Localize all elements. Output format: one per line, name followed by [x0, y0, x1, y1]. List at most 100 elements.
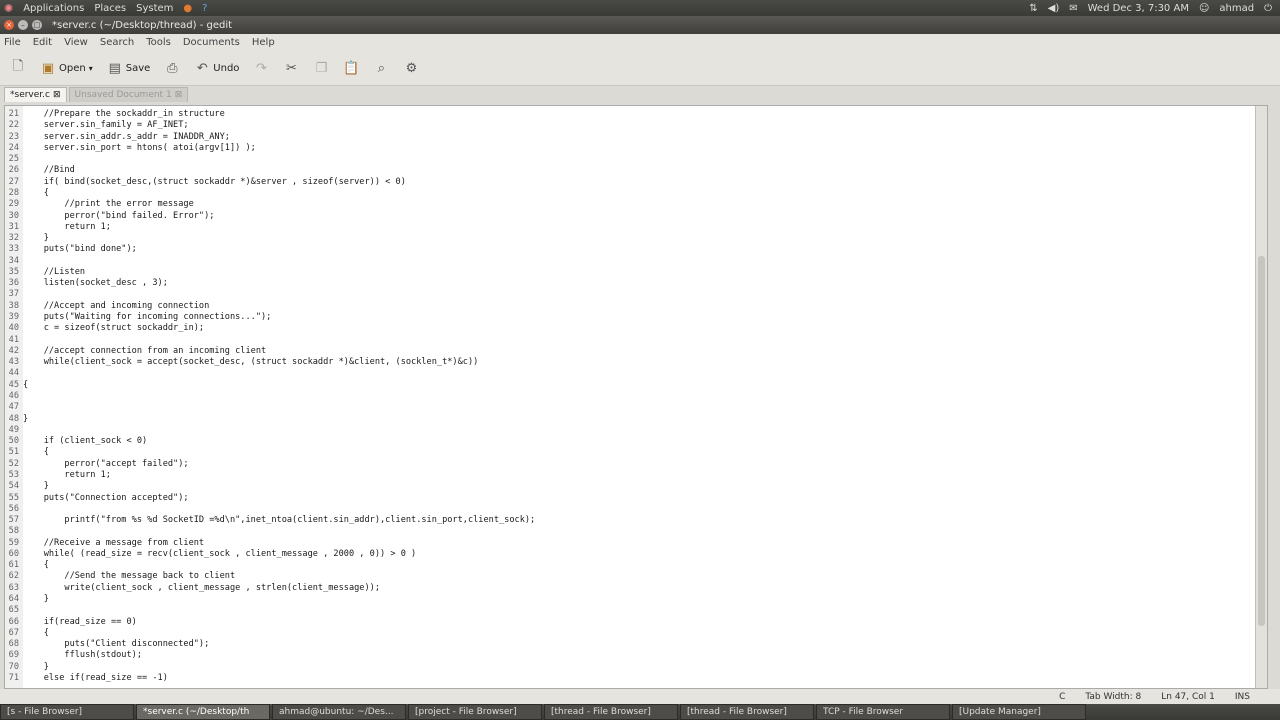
user-icon[interactable]: ☺	[1199, 3, 1209, 14]
vertical-scrollbar[interactable]	[1255, 106, 1267, 688]
language-selector[interactable]: C	[1059, 692, 1065, 702]
tab-server-c[interactable]: *server.c ⊠	[4, 87, 67, 102]
close-icon[interactable]: ⊠	[175, 90, 183, 100]
code-line[interactable]: 60 while( (read_size = recv(client_sock …	[5, 549, 1245, 560]
system-menu[interactable]: System	[136, 3, 173, 14]
help-icon[interactable]: ?	[202, 3, 207, 14]
code-line[interactable]: 37	[5, 289, 1245, 300]
new-button[interactable]: 🗋	[6, 58, 30, 78]
replace-button[interactable]: ⚙	[399, 58, 423, 78]
copy-button[interactable]: ❐	[309, 58, 333, 78]
paste-button[interactable]: 📋	[339, 58, 363, 78]
code-line[interactable]: 21 //Prepare the sockaddr_in structure	[5, 109, 1245, 120]
maximize-icon[interactable]: □	[32, 20, 42, 30]
code-line[interactable]: 46	[5, 391, 1245, 402]
code-line[interactable]: 26 //Bind	[5, 165, 1245, 176]
firefox-icon[interactable]: ●	[183, 3, 192, 14]
code-line[interactable]: 66 if(read_size == 0)	[5, 617, 1245, 628]
code-line[interactable]: 49	[5, 425, 1245, 436]
code-line[interactable]: 55 puts("Connection accepted");	[5, 493, 1245, 504]
taskbar-item[interactable]: ahmad@ubuntu: ~/Des...	[272, 704, 406, 720]
code-line[interactable]: 63 write(client_sock , client_message , …	[5, 583, 1245, 594]
menu-help[interactable]: Help	[252, 37, 275, 48]
code-line[interactable]: 39 puts("Waiting for incoming connection…	[5, 312, 1245, 323]
code-line[interactable]: 57 printf("from %s %d SocketID =%d\n",in…	[5, 515, 1245, 526]
mail-icon[interactable]: ✉	[1069, 3, 1077, 14]
cut-button[interactable]: ✂	[279, 58, 303, 78]
scrollbar-thumb[interactable]	[1258, 256, 1265, 626]
code-line[interactable]: 43 while(client_sock = accept(socket_des…	[5, 357, 1245, 368]
code-line[interactable]: 62 //Send the message back to client	[5, 571, 1245, 582]
tab-width-selector[interactable]: Tab Width: 8	[1085, 692, 1141, 702]
taskbar-item[interactable]: [Update Manager]	[952, 704, 1086, 720]
window-titlebar[interactable]: × – □ *server.c (~/Desktop/thread) - ged…	[0, 16, 1280, 34]
code-line[interactable]: 61 {	[5, 560, 1245, 571]
code-line[interactable]: 40 c = sizeof(struct sockaddr_in);	[5, 323, 1245, 334]
code-line[interactable]: 31 return 1;	[5, 222, 1245, 233]
menu-documents[interactable]: Documents	[183, 37, 240, 48]
menu-file[interactable]: File	[4, 37, 21, 48]
network-icon[interactable]: ⇅	[1029, 3, 1037, 14]
chevron-down-icon[interactable]: ▾	[89, 64, 93, 73]
code-line[interactable]: 34	[5, 256, 1245, 267]
code-line[interactable]: 69 fflush(stdout);	[5, 650, 1245, 661]
taskbar-item-active[interactable]: *server.c (~/Desktop/th	[136, 704, 270, 720]
open-button[interactable]: ▣ Open ▾	[36, 58, 97, 78]
close-icon[interactable]: ⊠	[53, 90, 61, 100]
code-line[interactable]: 45 {	[5, 380, 1245, 391]
code-line[interactable]: 50 if (client_sock < 0)	[5, 436, 1245, 447]
clock[interactable]: Wed Dec 3, 7:30 AM	[1088, 3, 1189, 14]
code-line[interactable]: 68 puts("Client disconnected");	[5, 639, 1245, 650]
code-line[interactable]: 32 }	[5, 233, 1245, 244]
code-line[interactable]: 23 server.sin_addr.s_addr = INADDR_ANY;	[5, 132, 1245, 143]
print-button[interactable]: ⎙	[160, 58, 184, 78]
code-line[interactable]: 56	[5, 504, 1245, 515]
code-line[interactable]: 51 {	[5, 447, 1245, 458]
taskbar-item[interactable]: [thread - File Browser]	[680, 704, 814, 720]
save-button[interactable]: ▤ Save	[103, 58, 155, 78]
code-line[interactable]: 36 listen(socket_desc , 3);	[5, 278, 1245, 289]
user-name[interactable]: ahmad	[1219, 3, 1254, 14]
taskbar-item[interactable]: [project - File Browser]	[408, 704, 542, 720]
taskbar-item[interactable]: [thread - File Browser]	[544, 704, 678, 720]
code-line[interactable]: 47	[5, 402, 1245, 413]
code-line[interactable]: 42 //accept connection from an incoming …	[5, 346, 1245, 357]
places-menu[interactable]: Places	[94, 3, 126, 14]
code-line[interactable]: 28 {	[5, 188, 1245, 199]
menu-view[interactable]: View	[64, 37, 88, 48]
code-line[interactable]: 30 perror("bind failed. Error");	[5, 211, 1245, 222]
close-icon[interactable]: ×	[4, 20, 14, 30]
menu-edit[interactable]: Edit	[33, 37, 52, 48]
code-line[interactable]: 48}	[5, 414, 1245, 425]
power-icon[interactable]: ⏻	[1264, 3, 1272, 14]
taskbar-item[interactable]: [s - File Browser]	[0, 704, 134, 720]
applications-menu[interactable]: Applications	[23, 3, 84, 14]
code-line[interactable]: 59 //Receive a message from client	[5, 538, 1245, 549]
code-line[interactable]: 70 }	[5, 662, 1245, 673]
minimize-icon[interactable]: –	[18, 20, 28, 30]
taskbar-item[interactable]: TCP - File Browser	[816, 704, 950, 720]
code-line[interactable]: 64 }	[5, 594, 1245, 605]
code-line[interactable]: 24 server.sin_port = htons( atoi(argv[1]…	[5, 143, 1245, 154]
code-line[interactable]: 33 puts("bind done");	[5, 244, 1245, 255]
code-line[interactable]: 35 //Listen	[5, 267, 1245, 278]
volume-icon[interactable]: ◀)	[1048, 3, 1060, 14]
code-line[interactable]: 58	[5, 526, 1245, 537]
code-line[interactable]: 67 {	[5, 628, 1245, 639]
menu-tools[interactable]: Tools	[146, 37, 171, 48]
code-line[interactable]: 65	[5, 605, 1245, 616]
ubuntu-logo-icon[interactable]: ✺	[4, 2, 13, 15]
redo-button[interactable]: ↷	[249, 58, 273, 78]
code-line[interactable]: 52 perror("accept failed");	[5, 459, 1245, 470]
code-line[interactable]: 25	[5, 154, 1245, 165]
tab-unsaved-document[interactable]: Unsaved Document 1 ⊠	[68, 87, 189, 102]
code-line[interactable]: 27 if( bind(socket_desc,(struct sockaddr…	[5, 177, 1245, 188]
find-button[interactable]: ⌕	[369, 58, 393, 78]
code-editor[interactable]: 21 //Prepare the sockaddr_in structure 22…	[4, 105, 1268, 689]
code-line[interactable]: 54 }	[5, 481, 1245, 492]
code-line[interactable]: 41	[5, 335, 1245, 346]
code-line[interactable]: 53 return 1;	[5, 470, 1245, 481]
code-line[interactable]: 38 //Accept and incoming connection	[5, 301, 1245, 312]
code-line[interactable]: 22 server.sin_family = AF_INET;	[5, 120, 1245, 131]
code-line[interactable]: 44	[5, 368, 1245, 379]
